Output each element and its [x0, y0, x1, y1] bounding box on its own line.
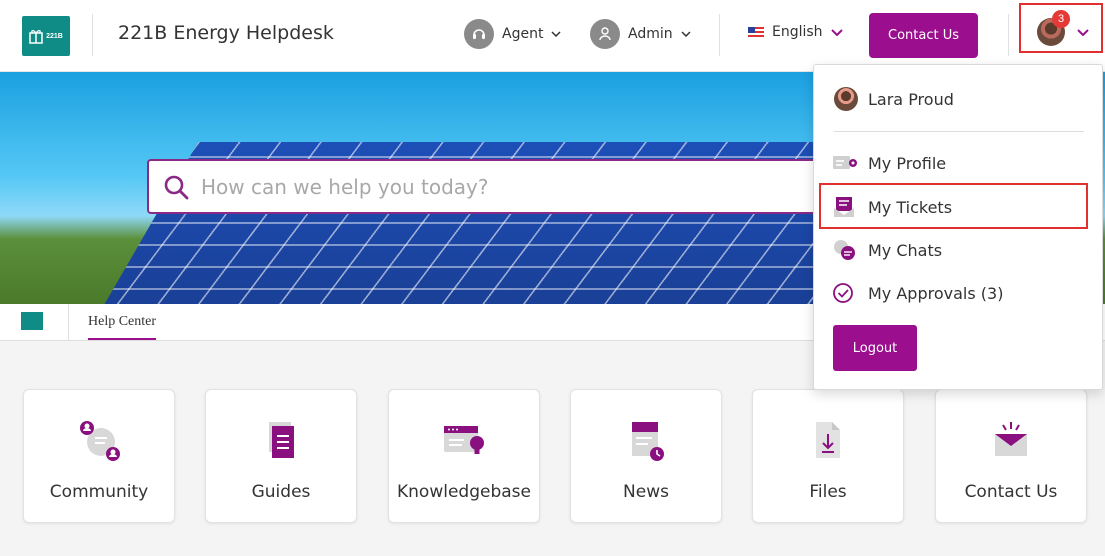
language-selector[interactable]: English: [748, 24, 843, 40]
logo-text: 221B: [46, 32, 63, 40]
app-title: 221B Energy Helpdesk: [118, 22, 334, 44]
menu-item-my-profile[interactable]: My Profile: [832, 153, 946, 173]
dropdown-separator: [834, 131, 1084, 132]
check-circle-icon: [833, 283, 853, 303]
card-knowledgebase[interactable]: Knowledgebase: [388, 389, 540, 523]
card-label: Files: [809, 482, 847, 502]
card-community[interactable]: Community: [23, 389, 175, 523]
chevron-down-icon: [830, 28, 843, 36]
guides-icon: [269, 422, 294, 458]
profile-card-icon: [833, 156, 857, 169]
chevron-down-icon: [1077, 29, 1089, 36]
chevron-down-icon: [551, 31, 561, 37]
avatar: [834, 87, 858, 111]
admin-user-icon: [590, 19, 620, 49]
card-guides[interactable]: Guides: [205, 389, 357, 523]
top-header: 221B 221B Energy Helpdesk Agent Admin En…: [0, 0, 1105, 72]
subnav-divider: [68, 304, 69, 341]
header-divider: [719, 14, 720, 56]
us-flag-icon: [748, 26, 764, 38]
agent-dropdown[interactable]: Agent: [464, 19, 561, 49]
menu-item-label: My Tickets: [868, 197, 953, 217]
admin-label: Admin: [628, 26, 673, 42]
chevron-down-icon: [681, 31, 691, 37]
menu-item-label: My Chats: [868, 240, 943, 260]
community-icon: [80, 421, 120, 461]
news-icon: [632, 422, 664, 461]
contact-us-button[interactable]: Contact Us: [869, 13, 978, 58]
contact-icon: [995, 422, 1027, 456]
brand-logo[interactable]: 221B: [22, 16, 70, 56]
dropdown-user: Lara Proud: [834, 87, 954, 111]
header-divider: [92, 14, 93, 56]
menu-item-label: My Approvals (3): [868, 283, 1004, 303]
user-menu-toggle[interactable]: 3: [1019, 3, 1103, 53]
user-name: Lara Proud: [868, 89, 954, 109]
files-icon: [816, 422, 840, 458]
menu-item-my-chats[interactable]: My Chats: [832, 239, 942, 261]
tab-help-center[interactable]: Help Center: [88, 314, 157, 340]
agent-label: Agent: [502, 26, 544, 42]
small-brand-logo[interactable]: [21, 312, 43, 330]
search-icon: [164, 175, 189, 199]
card-label: News: [623, 482, 669, 502]
menu-item-my-tickets[interactable]: My Tickets: [832, 196, 952, 218]
user-dropdown-menu: Lara Proud My Profile My Tickets My Chat: [813, 64, 1103, 390]
chats-icon: [834, 240, 855, 260]
admin-dropdown[interactable]: Admin: [590, 19, 691, 49]
menu-item-my-approvals[interactable]: My Approvals (3): [832, 282, 1003, 304]
search-input[interactable]: [201, 174, 801, 199]
search-bar[interactable]: [147, 159, 847, 214]
card-news[interactable]: News: [570, 389, 722, 523]
headset-icon: [464, 19, 494, 49]
menu-item-label: My Profile: [868, 153, 947, 173]
language-label: English: [772, 24, 823, 40]
tickets-icon: [834, 197, 854, 217]
header-divider: [1008, 14, 1009, 56]
gift-logo-icon: [29, 30, 43, 44]
knowledgebase-icon: [444, 426, 484, 454]
card-label: Community: [49, 482, 149, 502]
card-files[interactable]: Files: [752, 389, 904, 523]
card-label: Guides: [251, 482, 311, 502]
logout-button[interactable]: Logout: [833, 325, 917, 371]
card-contact-us[interactable]: Contact Us: [935, 389, 1087, 523]
notification-badge: 3: [1052, 10, 1070, 28]
card-label: Knowledgebase: [397, 482, 531, 502]
card-label: Contact Us: [964, 482, 1058, 502]
